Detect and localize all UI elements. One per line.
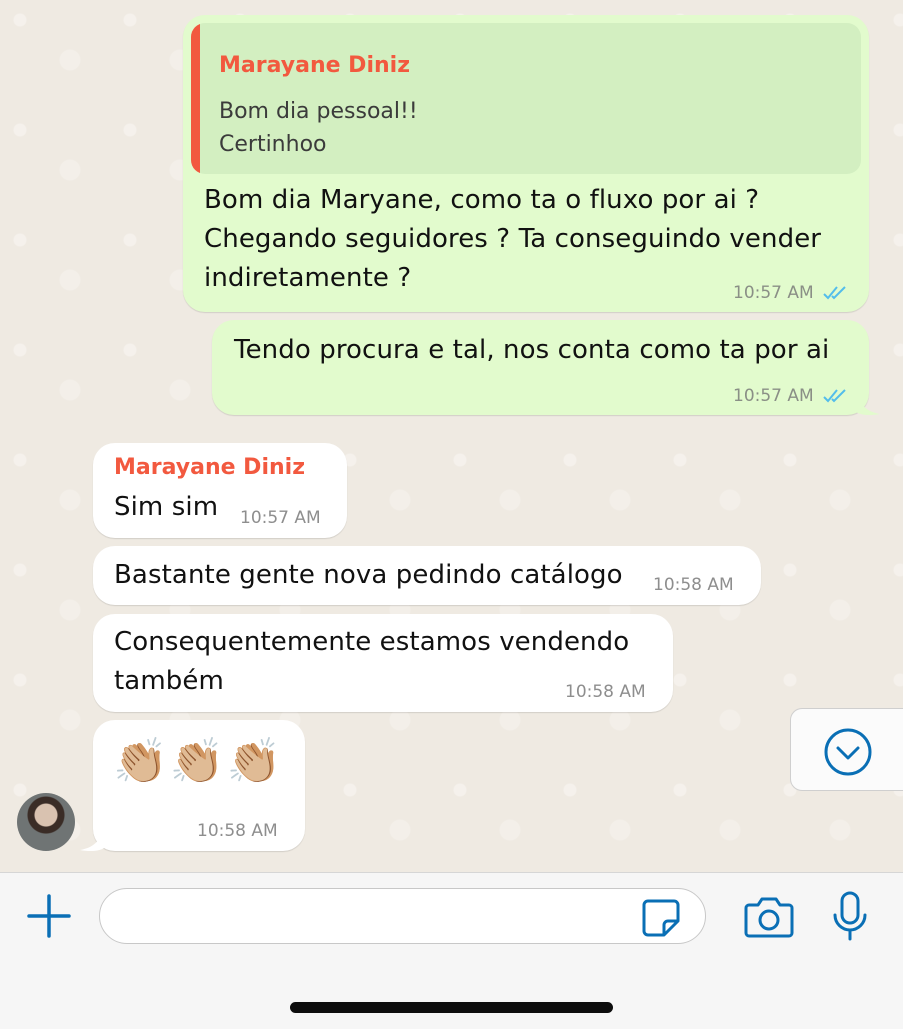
- quoted-text-line: Bom dia pessoal!!: [219, 99, 418, 124]
- message-text-line: também: [114, 666, 224, 696]
- message-text-line: Consequentemente estamos vendendo: [114, 627, 630, 657]
- message-timestamp: 10:58 AM: [197, 821, 278, 841]
- message-text: Tendo procura e tal, nos conta como ta p…: [234, 335, 830, 365]
- outgoing-message-bubble[interactable]: Tendo procura e tal, nos conta como ta p…: [212, 320, 869, 415]
- outgoing-bubble-tail: [856, 392, 880, 416]
- quoted-text-line: Certinhoo: [219, 132, 327, 157]
- message-text: Bom dia Maryane, como ta o fluxo por ai …: [204, 181, 821, 298]
- message-composer: [0, 872, 903, 1029]
- emoji-message-text: 👏🏼👏🏼👏🏼: [113, 736, 284, 787]
- incoming-message-bubble[interactable]: Bastante gente nova pedindo catálogo 10:…: [93, 546, 761, 605]
- message-text-line: Chegando seguidores ? Ta conseguindo ven…: [204, 224, 822, 254]
- message-text-line: Bom dia Maryane, como ta o fluxo por ai …: [204, 185, 760, 215]
- plus-icon[interactable]: [26, 893, 72, 939]
- scroll-to-bottom-button[interactable]: [790, 708, 903, 791]
- incoming-bubble-tail: [80, 828, 104, 852]
- message-text: Sim sim: [114, 492, 219, 522]
- message-timestamp: 10:57 AM: [733, 386, 814, 406]
- message-text-line: indiretamente ?: [204, 263, 412, 293]
- quoted-text: Bom dia pessoal!! Certinhoo: [219, 95, 418, 161]
- quoted-message[interactable]: Marayane Diniz Bom dia pessoal!! Certinh…: [191, 23, 861, 174]
- message-text: Consequentemente estamos vendendo também: [114, 623, 629, 701]
- home-indicator: [290, 1002, 613, 1013]
- contact-avatar[interactable]: [17, 793, 75, 851]
- quote-accent-bar: [191, 23, 200, 174]
- double-check-read-icon: [823, 286, 846, 300]
- sender-name: Marayane Diniz: [114, 455, 305, 480]
- message-timestamp: 10:58 AM: [565, 682, 646, 702]
- message-timestamp: 10:58 AM: [653, 575, 734, 595]
- sticker-icon[interactable]: [640, 897, 682, 939]
- message-text: Bastante gente nova pedindo catálogo: [114, 560, 623, 590]
- incoming-message-bubble[interactable]: 👏🏼👏🏼👏🏼 10:58 AM: [93, 720, 305, 851]
- quoted-sender-name: Marayane Diniz: [219, 53, 410, 78]
- chat-background: Marayane Diniz Bom dia pessoal!! Certinh…: [0, 0, 903, 872]
- camera-icon[interactable]: [743, 895, 795, 939]
- double-check-read-icon: [823, 389, 846, 403]
- message-input[interactable]: [99, 888, 706, 944]
- outgoing-message-bubble[interactable]: Marayane Diniz Bom dia pessoal!! Certinh…: [183, 15, 869, 312]
- message-timestamp: 10:57 AM: [733, 283, 814, 303]
- incoming-message-bubble[interactable]: Consequentemente estamos vendendo também…: [93, 614, 673, 712]
- incoming-message-bubble[interactable]: Marayane Diniz Sim sim 10:57 AM: [93, 443, 347, 538]
- message-timestamp: 10:57 AM: [240, 508, 321, 528]
- chevron-down-circle-icon: [824, 728, 872, 776]
- microphone-icon[interactable]: [832, 891, 868, 941]
